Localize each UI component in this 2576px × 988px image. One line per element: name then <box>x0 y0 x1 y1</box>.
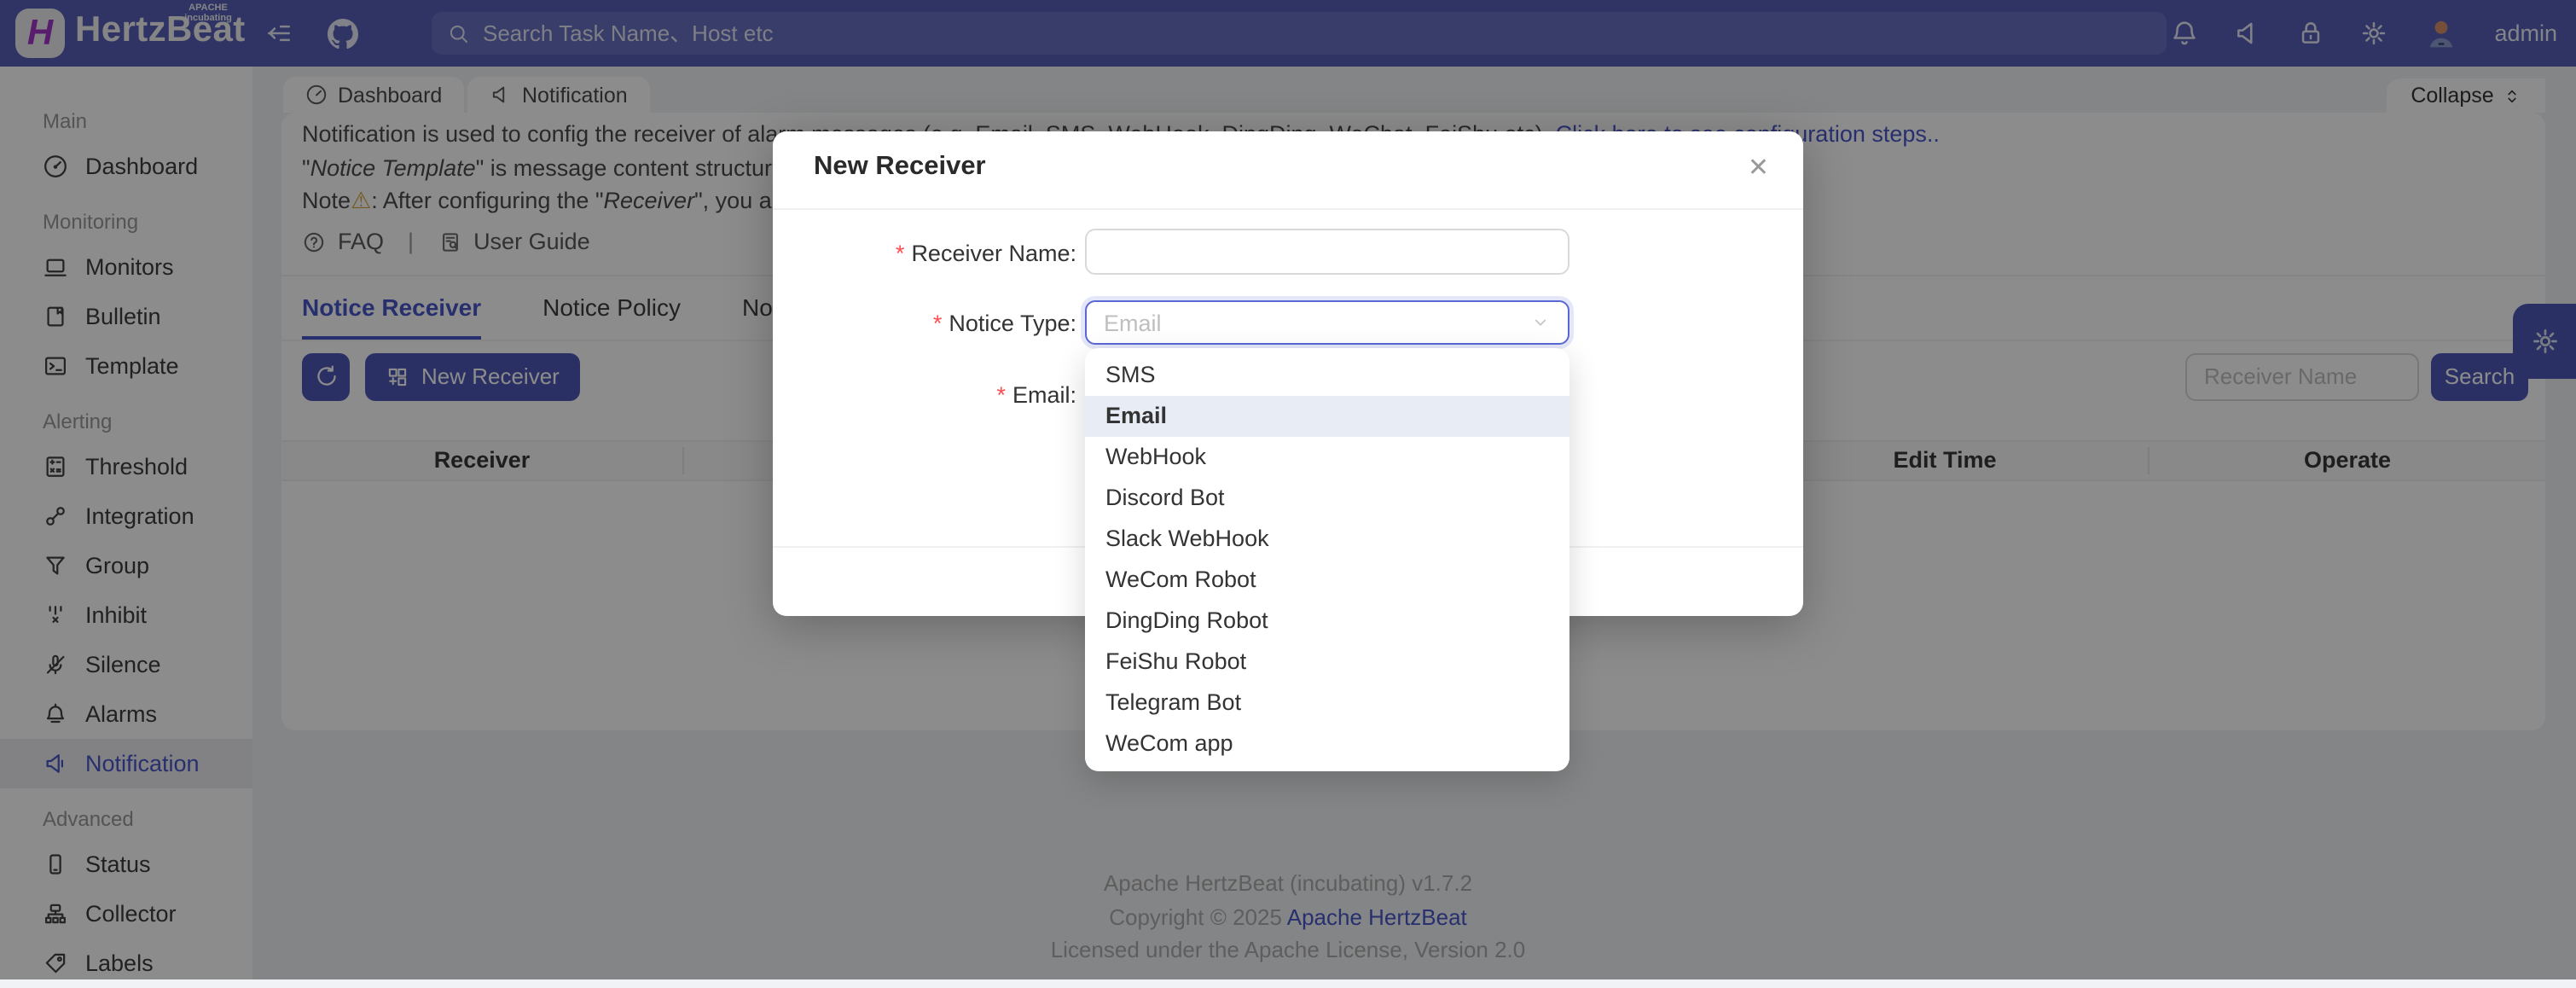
option-discord-bot[interactable]: Discord Bot <box>1085 478 1569 519</box>
notice-type-select[interactable]: Email <box>1085 300 1569 345</box>
notice-type-label: *Notice Type: <box>701 311 1076 336</box>
close-icon[interactable]: ✕ <box>1748 152 1769 183</box>
modal-header-divider <box>773 208 1803 210</box>
option-email[interactable]: Email <box>1085 396 1569 437</box>
option-slack-webhook[interactable]: Slack WebHook <box>1085 519 1569 560</box>
option-telegram-bot[interactable]: Telegram Bot <box>1085 683 1569 724</box>
label-text: Receiver Name: <box>911 241 1076 266</box>
option-webhook[interactable]: WebHook <box>1085 437 1569 478</box>
label-text: Notice Type: <box>949 311 1076 336</box>
receiver-name-field[interactable] <box>1085 229 1569 275</box>
notice-type-dropdown: SMS Email WebHook Discord Bot Slack WebH… <box>1085 348 1569 771</box>
notice-type-placeholder: Email <box>1104 310 1162 335</box>
option-feishu-robot[interactable]: FeiShu Robot <box>1085 642 1569 683</box>
option-wecom-app[interactable]: WeCom app <box>1085 724 1569 764</box>
label-text: Email: <box>1012 382 1076 408</box>
required-asterisk: * <box>896 241 905 266</box>
required-asterisk: * <box>996 382 1006 408</box>
email-label: *Email: <box>701 382 1076 408</box>
option-wecom-robot[interactable]: WeCom Robot <box>1085 560 1569 601</box>
chevron-down-icon <box>1530 312 1551 333</box>
modal-title: New Receiver <box>814 152 986 183</box>
required-asterisk: * <box>933 311 943 336</box>
option-dingding-robot[interactable]: DingDing Robot <box>1085 601 1569 642</box>
receiver-name-label: *Receiver Name: <box>701 241 1076 266</box>
app-root: H HertzBeat APACHE incubating <box>0 0 2576 979</box>
option-sms[interactable]: SMS <box>1085 355 1569 396</box>
